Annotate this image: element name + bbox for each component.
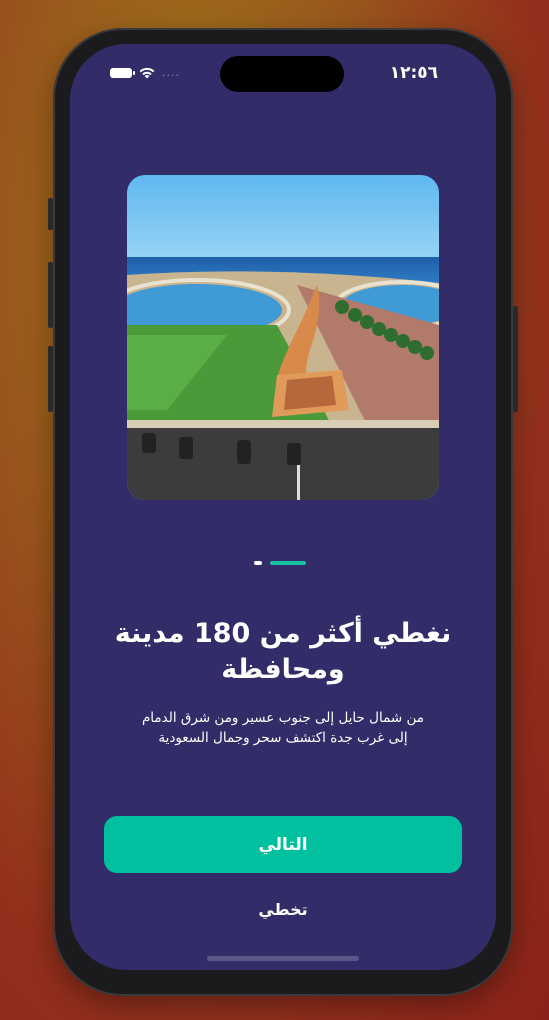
next-button[interactable]: التالي — [104, 816, 462, 873]
battery-icon — [110, 67, 135, 78]
volume-down-button — [48, 346, 53, 412]
signal-indicator: .... — [162, 66, 180, 79]
skip-button[interactable]: تخطي — [233, 894, 333, 924]
page-dot-active — [270, 561, 306, 565]
status-bar-left: .... — [110, 66, 180, 79]
app-screen: .... ١٢:٥٦ نغطي أكثر من 180 مدينة ومحافظ… — [70, 44, 496, 970]
home-indicator[interactable] — [207, 956, 359, 961]
page-dot — [254, 561, 262, 565]
wifi-icon — [139, 67, 155, 79]
status-time: ١٢:٥٦ — [389, 63, 438, 83]
silent-switch — [48, 198, 53, 230]
dynamic-island — [220, 56, 344, 92]
page-indicator — [70, 561, 493, 565]
power-button — [513, 306, 518, 412]
subtitle-line-1: من شمال حايل إلى جنوب عسير ومن شرق الدما… — [141, 710, 425, 726]
onboarding-subtitle: من شمال حايل إلى جنوب عسير ومن شرق الدما… — [110, 708, 456, 748]
hero-city-photo — [127, 175, 439, 500]
volume-up-button — [48, 262, 53, 328]
onboarding-title: نغطي أكثر من 180 مدينة ومحافظة — [114, 618, 452, 685]
subtitle-line-2: إلى غرب جدة اكتشف سحر وجمال السعودية — [158, 730, 408, 746]
city-waterfront-photo-icon — [127, 175, 439, 500]
